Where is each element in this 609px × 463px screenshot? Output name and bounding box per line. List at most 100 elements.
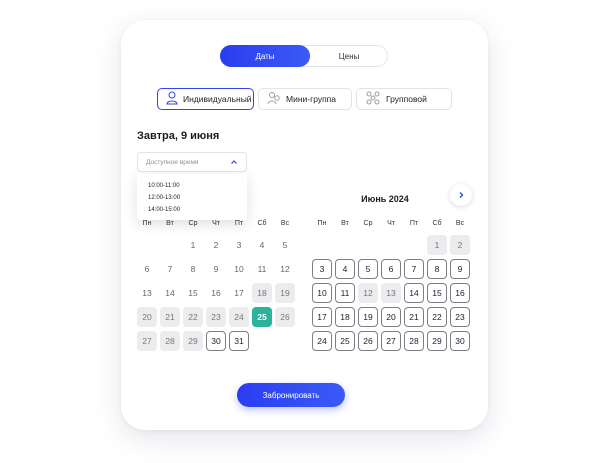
day-cell[interactable]: 11 <box>335 283 355 303</box>
weekday-label: Вс <box>455 220 465 227</box>
day-cell: 29 <box>183 331 203 351</box>
day-cell[interactable]: 7 <box>404 259 424 279</box>
day-cell: 6 <box>144 264 150 274</box>
type-minigroup-button[interactable]: Мини-группа <box>258 88 352 110</box>
day-cell[interactable]: 21 <box>404 307 424 327</box>
day-cell: 4 <box>259 240 265 250</box>
type-label: Групповой <box>386 94 427 104</box>
weekday-label: Ср <box>363 220 373 227</box>
day-cell[interactable]: 9 <box>450 259 470 279</box>
day-cell[interactable]: 20 <box>381 307 401 327</box>
selected-date-title: Завтра, 9 июня <box>137 130 220 142</box>
day-cell[interactable]: 17 <box>312 307 332 327</box>
chevron-right-icon <box>457 186 465 204</box>
day-cell: 13 <box>381 283 401 303</box>
day-cell: 5 <box>282 240 288 250</box>
time-option[interactable]: 14:00-15:00 <box>148 207 180 213</box>
group-icon <box>365 91 386 107</box>
day-cell: 11 <box>257 264 267 274</box>
day-cell[interactable]: 4 <box>335 259 355 279</box>
day-cell[interactable]: 24 <box>312 331 332 351</box>
day-cell[interactable]: 29 <box>427 331 447 351</box>
weekday-label: Вс <box>280 220 290 227</box>
weekday-label: Чт <box>387 220 395 227</box>
day-cell[interactable]: 26 <box>358 331 378 351</box>
day-cell: 20 <box>137 307 157 327</box>
day-cell[interactable]: 30 <box>206 331 226 351</box>
day-cell[interactable]: 8 <box>427 259 447 279</box>
day-cell: 18 <box>252 283 272 303</box>
day-cell: 13 <box>142 288 152 298</box>
two-people-icon <box>267 91 286 107</box>
tab-dates[interactable]: Даты <box>220 45 310 67</box>
day-cell[interactable]: 10 <box>312 283 332 303</box>
tab-switcher: Даты Цены <box>220 45 388 67</box>
tab-prices[interactable]: Цены <box>311 45 387 67</box>
day-cell: 12 <box>358 283 378 303</box>
day-cell[interactable]: 14 <box>404 283 424 303</box>
day-cell: 8 <box>190 264 196 274</box>
day-cell: 14 <box>165 288 175 298</box>
time-option[interactable]: 12:00-13:00 <box>148 195 180 201</box>
day-cell: 21 <box>160 307 180 327</box>
day-cell[interactable]: 23 <box>450 307 470 327</box>
day-cell: 1 <box>190 240 196 250</box>
day-cell: 2 <box>450 235 470 255</box>
day-cell: 16 <box>211 288 221 298</box>
weekday-label: Ср <box>188 220 198 227</box>
time-option[interactable]: 10:00-11:00 <box>148 183 180 189</box>
weekday-label: Пт <box>234 220 244 227</box>
day-cell: 17 <box>234 288 244 298</box>
day-cell[interactable]: 16 <box>450 283 470 303</box>
weekday-label: Вт <box>341 220 349 227</box>
book-button[interactable]: Забронировать <box>237 383 345 407</box>
type-label: Мини-группа <box>286 94 337 104</box>
day-cell: 7 <box>167 264 173 274</box>
day-cell[interactable]: 15 <box>427 283 447 303</box>
time-dropdown: 10:00-11:00 12:00-13:00 14:00-15:00 <box>137 174 247 220</box>
weekday-label: Чт <box>212 220 220 227</box>
day-cell: 3 <box>236 240 242 250</box>
weekday-label: Сб <box>432 220 442 227</box>
chevron-up-icon <box>230 158 238 168</box>
day-cell: 27 <box>137 331 157 351</box>
day-cell[interactable]: 3 <box>312 259 332 279</box>
person-icon <box>166 91 183 107</box>
month-title: Июнь 2024 <box>361 194 409 204</box>
day-cell: 2 <box>213 240 219 250</box>
day-cell[interactable]: 6 <box>381 259 401 279</box>
day-cell: 9 <box>213 264 219 274</box>
time-select[interactable]: Доступное время <box>137 152 247 172</box>
day-cell: 15 <box>188 288 198 298</box>
weekday-label: Пн <box>142 220 152 227</box>
weekday-label: Сб <box>257 220 267 227</box>
day-cell: 23 <box>206 307 226 327</box>
day-cell[interactable]: 28 <box>404 331 424 351</box>
book-button-label: Забронировать <box>262 390 320 400</box>
day-cell: 1 <box>427 235 447 255</box>
day-cell: 26 <box>275 307 295 327</box>
type-group-button[interactable]: Групповой <box>356 88 452 110</box>
day-cell: 22 <box>183 307 203 327</box>
day-cell[interactable]: 31 <box>229 331 249 351</box>
day-cell: 19 <box>275 283 295 303</box>
type-label: Индивидуальный <box>183 94 252 104</box>
type-individual-button[interactable]: Индивидуальный <box>157 88 254 110</box>
day-cell: 10 <box>234 264 244 274</box>
day-cell[interactable]: 18 <box>335 307 355 327</box>
weekday-label: Пн <box>317 220 327 227</box>
day-cell[interactable]: 30 <box>450 331 470 351</box>
day-cell[interactable]: 22 <box>427 307 447 327</box>
next-month-button[interactable] <box>450 184 472 206</box>
day-cell: 24 <box>229 307 249 327</box>
time-select-placeholder: Доступное время <box>146 158 199 166</box>
day-cell: 12 <box>280 264 290 274</box>
day-cell[interactable]: 27 <box>381 331 401 351</box>
day-cell: 28 <box>160 331 180 351</box>
weekday-label: Пт <box>409 220 419 227</box>
day-cell[interactable]: 25 <box>335 331 355 351</box>
selected-day-cell[interactable]: 25 <box>252 307 272 327</box>
day-cell[interactable]: 5 <box>358 259 378 279</box>
weekday-label: Вт <box>166 220 174 227</box>
day-cell[interactable]: 19 <box>358 307 378 327</box>
